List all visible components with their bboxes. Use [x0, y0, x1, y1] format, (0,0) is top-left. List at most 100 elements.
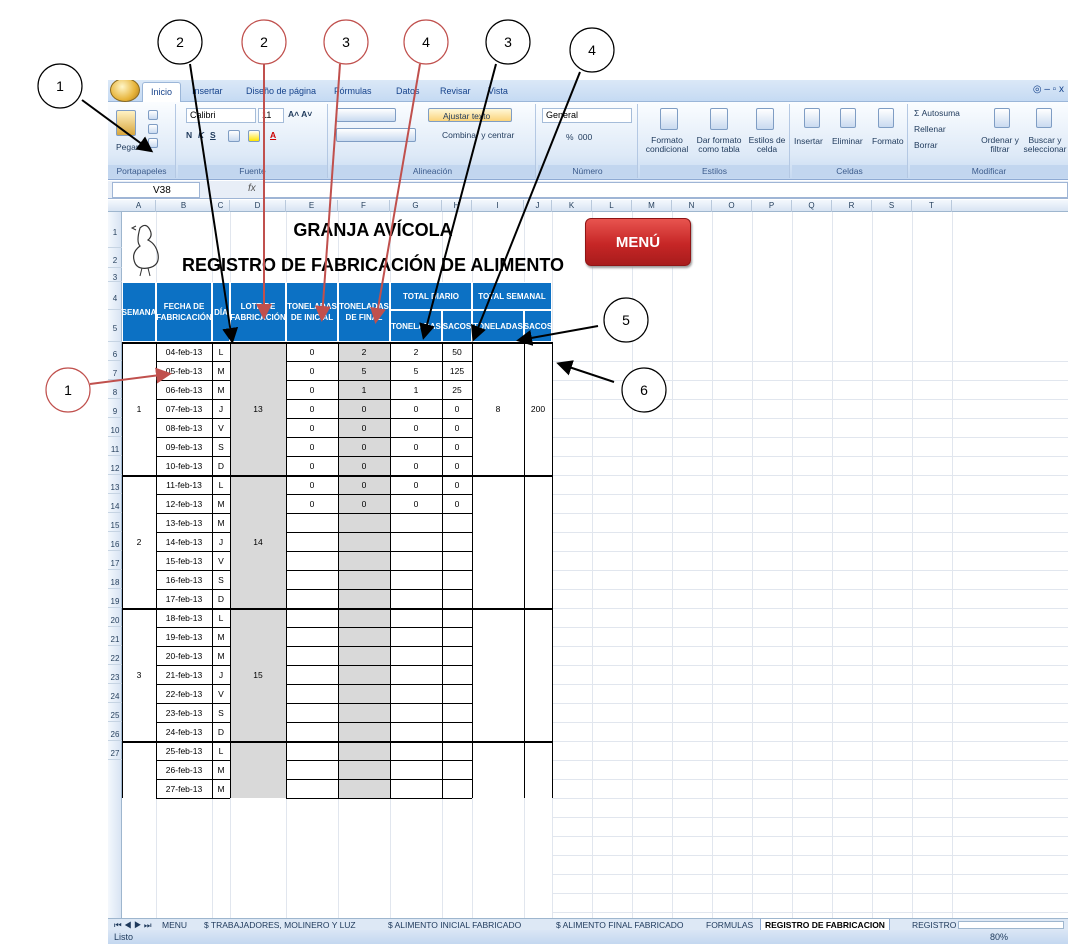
cell-styles-icon[interactable] [756, 108, 774, 130]
formula-input[interactable] [264, 182, 1068, 198]
conditional-format-icon[interactable] [660, 108, 678, 130]
ton-final-cell[interactable]: 1 [338, 380, 390, 399]
format-table-icon[interactable] [710, 108, 728, 130]
ton-final-cell[interactable]: 0 [338, 418, 390, 437]
column-header[interactable]: E [286, 200, 338, 212]
sheet-tab-registro-fabricacion[interactable]: REGISTRO DE FABRICACION [760, 919, 890, 930]
paste-icon[interactable] [116, 110, 136, 136]
row-header[interactable]: 25 [108, 703, 122, 722]
row-header[interactable]: 15 [108, 513, 122, 532]
diario-ton-cell[interactable]: 0 [390, 399, 442, 418]
date-cell[interactable]: 18-feb-13 [156, 608, 212, 627]
date-cell[interactable]: 24-feb-13 [156, 722, 212, 741]
row-header[interactable]: 5 [108, 310, 122, 342]
italic-icon[interactable]: K [198, 130, 204, 140]
cell-styles-button[interactable]: Estilos de celda [746, 136, 788, 154]
sheet-tab-formulas[interactable]: FORMULAS [702, 919, 757, 930]
ton-inicial-cell[interactable]: 0 [286, 380, 338, 399]
date-cell[interactable]: 26-feb-13 [156, 760, 212, 779]
clear-button[interactable]: Borrar [914, 140, 938, 150]
date-cell[interactable]: 11-feb-13 [156, 475, 212, 494]
date-cell[interactable]: 14-feb-13 [156, 532, 212, 551]
date-cell[interactable]: 09-feb-13 [156, 437, 212, 456]
row-header[interactable]: 26 [108, 722, 122, 741]
lote-cell[interactable]: 13 [230, 342, 286, 475]
diario-sacos-cell[interactable]: 125 [442, 361, 472, 380]
semana-cell[interactable]: 1 [122, 342, 156, 475]
tab-revisar[interactable]: Revisar [440, 86, 471, 96]
date-cell[interactable]: 05-feb-13 [156, 361, 212, 380]
worksheet[interactable]: GRANJA AVÍCOLA REGISTRO DE FABRICACIÓN D… [122, 212, 1068, 918]
underline-icon[interactable]: S [210, 130, 216, 140]
sheet-tab-registro[interactable]: REGISTRO [908, 919, 960, 930]
date-cell[interactable]: 13-feb-13 [156, 513, 212, 532]
day-cell[interactable]: L [212, 342, 230, 361]
day-cell[interactable]: L [212, 608, 230, 627]
date-cell[interactable]: 16-feb-13 [156, 570, 212, 589]
day-cell[interactable]: S [212, 437, 230, 456]
date-cell[interactable]: 21-feb-13 [156, 665, 212, 684]
font-color-icon[interactable]: A [270, 130, 276, 140]
column-header[interactable]: R [832, 200, 872, 212]
zoom-level[interactable]: 80% [990, 932, 1008, 942]
column-header[interactable]: N [672, 200, 712, 212]
date-cell[interactable]: 07-feb-13 [156, 399, 212, 418]
sheet-tab-menu[interactable]: MENU [158, 919, 191, 930]
row-header[interactable]: 10 [108, 418, 122, 437]
date-cell[interactable]: 22-feb-13 [156, 684, 212, 703]
date-cell[interactable]: 25-feb-13 [156, 741, 212, 760]
day-cell[interactable]: M [212, 494, 230, 513]
sheet-tab-alimento-final[interactable]: $ ALIMENTO FINAL FABRICADO [552, 919, 688, 930]
bold-icon[interactable]: N [186, 130, 192, 140]
day-cell[interactable]: M [212, 627, 230, 646]
date-cell[interactable]: 27-feb-13 [156, 779, 212, 798]
lote-cell[interactable]: 14 [230, 475, 286, 608]
row-header[interactable]: 7 [108, 361, 122, 380]
row-header[interactable]: 1 [108, 212, 122, 248]
sheet-nav-icons[interactable]: ⏮ ◀ ▶ ⏭ [110, 919, 156, 930]
sort-filter-icon[interactable] [994, 108, 1010, 128]
day-cell[interactable]: J [212, 532, 230, 551]
autosum-button[interactable]: Σ Autosuma [914, 108, 960, 118]
date-cell[interactable]: 23-feb-13 [156, 703, 212, 722]
column-header[interactable]: Q [792, 200, 832, 212]
ton-final-cell[interactable]: 0 [338, 437, 390, 456]
tab-insertar[interactable]: Insertar [192, 86, 223, 96]
column-header[interactable]: A [122, 200, 156, 212]
date-cell[interactable]: 04-feb-13 [156, 342, 212, 361]
conditional-format-button[interactable]: Formato condicional [642, 136, 692, 154]
date-cell[interactable]: 08-feb-13 [156, 418, 212, 437]
find-select-icon[interactable] [1036, 108, 1052, 128]
insert-button[interactable]: Insertar [794, 136, 823, 146]
fill-color-icon[interactable] [248, 130, 260, 142]
day-cell[interactable]: J [212, 665, 230, 684]
date-cell[interactable]: 06-feb-13 [156, 380, 212, 399]
column-header[interactable]: G [390, 200, 442, 212]
diario-sacos-cell[interactable]: 0 [442, 475, 472, 494]
row-header[interactable]: 24 [108, 684, 122, 703]
semana-cell[interactable]: 2 [122, 475, 156, 608]
column-header[interactable]: B [156, 200, 212, 212]
semanal-sacos-cell[interactable] [524, 608, 552, 741]
ton-inicial-cell[interactable]: 0 [286, 475, 338, 494]
number-format-select[interactable]: General [542, 108, 632, 123]
diario-sacos-cell[interactable]: 25 [442, 380, 472, 399]
day-cell[interactable]: M [212, 779, 230, 798]
row-header[interactable]: 16 [108, 532, 122, 551]
row-header[interactable]: 27 [108, 741, 122, 760]
diario-ton-cell[interactable]: 0 [390, 494, 442, 513]
row-header[interactable]: 9 [108, 399, 122, 418]
row-header[interactable]: 6 [108, 342, 122, 361]
row-header[interactable]: 19 [108, 589, 122, 608]
ton-inicial-cell[interactable]: 0 [286, 494, 338, 513]
column-header[interactable]: O [712, 200, 752, 212]
diario-ton-cell[interactable]: 2 [390, 342, 442, 361]
ton-final-cell[interactable]: 5 [338, 361, 390, 380]
day-cell[interactable]: S [212, 570, 230, 589]
day-cell[interactable]: J [212, 399, 230, 418]
day-cell[interactable]: D [212, 589, 230, 608]
day-cell[interactable]: M [212, 646, 230, 665]
diario-sacos-cell[interactable]: 0 [442, 494, 472, 513]
diario-sacos-cell[interactable]: 0 [442, 399, 472, 418]
column-header[interactable]: J [524, 200, 552, 212]
